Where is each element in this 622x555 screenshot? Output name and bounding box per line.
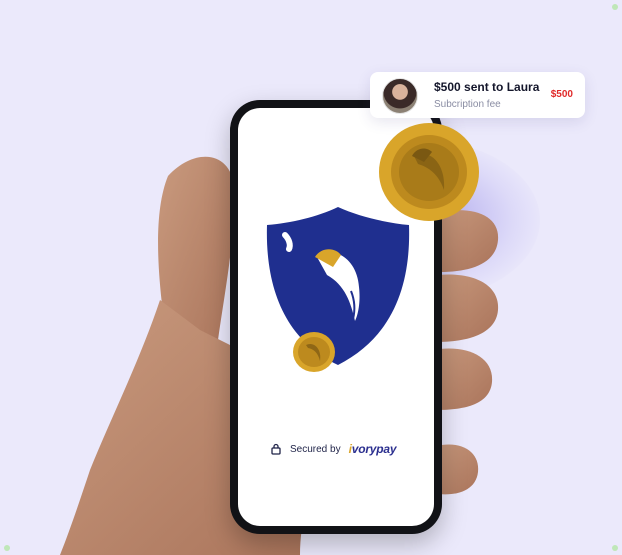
coin-icon <box>379 123 479 221</box>
secured-by-label: Secured by <box>290 443 341 455</box>
shield-icon <box>266 207 410 365</box>
coin-icon <box>293 332 335 372</box>
secured-by-row: Secured by ivorypay <box>270 442 397 456</box>
avatar <box>382 78 418 114</box>
notification-amount: $500 <box>550 89 573 100</box>
ivorypay-logo: ivorypay <box>349 442 397 456</box>
notification-title: $500 sent to Laura <box>434 80 540 94</box>
payment-notification[interactable]: $500 sent to Laura Subcription fee $500 <box>370 72 585 118</box>
notification-subtitle: Subcription fee <box>434 99 501 110</box>
lock-icon <box>271 443 281 455</box>
brand-rest: vorypay <box>351 442 397 456</box>
promo-illustration: Secured by ivorypay $500 sent to Laura S… <box>0 0 622 555</box>
